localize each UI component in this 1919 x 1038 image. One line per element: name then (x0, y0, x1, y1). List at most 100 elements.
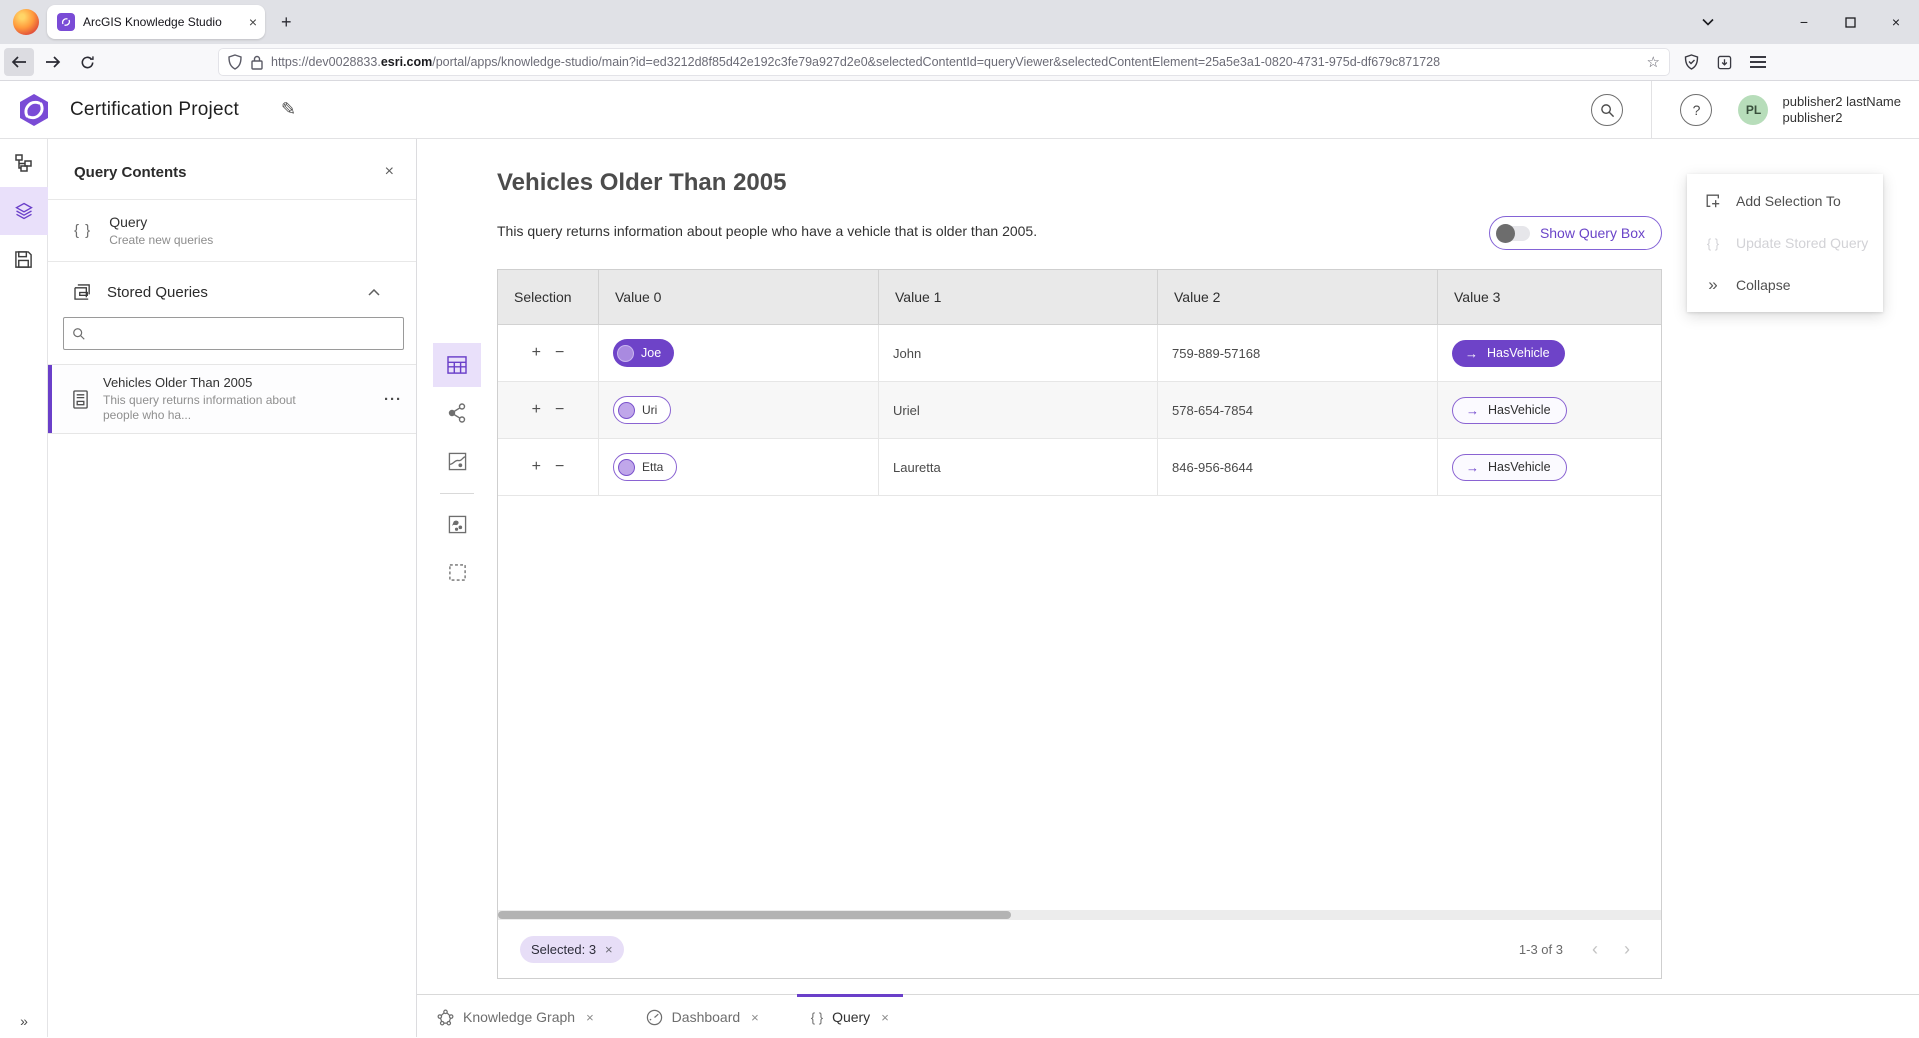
selection-context-menu: Add Selection To { } Update Stored Query… (1687, 174, 1883, 312)
search-icon (72, 327, 86, 341)
window-close-button[interactable]: × (1873, 0, 1919, 44)
tab-close-icon[interactable]: × (751, 1010, 759, 1025)
new-tab-button[interactable]: + (281, 12, 292, 33)
remove-from-selection-icon[interactable]: − (555, 344, 564, 362)
panel-close-icon[interactable]: × (385, 163, 394, 181)
entity-dot-icon (618, 459, 635, 476)
toggle-switch[interactable] (1498, 226, 1530, 241)
cell-value: Lauretta (879, 439, 1158, 495)
link-chart-icon[interactable] (433, 391, 481, 435)
scrollbar-thumb[interactable] (498, 911, 1011, 919)
expand-rail-icon[interactable]: » (0, 1013, 48, 1029)
stored-query-description: This query returns information about peo… (103, 393, 321, 423)
search-button[interactable] (1591, 94, 1623, 126)
selected-count-chip[interactable]: Selected: 3 × (520, 936, 624, 963)
tracking-shield-icon[interactable] (228, 54, 242, 70)
toolbar-divider (440, 493, 474, 494)
column-header: Value 1 (879, 270, 1158, 324)
next-page-icon[interactable]: › (1613, 935, 1641, 963)
browser-url-bar: https://dev0028833.esri.com/portal/apps/… (0, 44, 1919, 81)
stored-queries-title: Stored Queries (107, 284, 368, 301)
tab-close-icon[interactable]: × (586, 1010, 594, 1025)
pocket-shield-icon[interactable] (1684, 54, 1699, 70)
cell-value: Uriel (879, 382, 1158, 438)
remove-from-selection-icon[interactable]: − (555, 458, 564, 476)
lock-icon[interactable] (251, 55, 263, 70)
stored-queries-search[interactable] (63, 317, 404, 350)
tab-title: ArcGIS Knowledge Studio (83, 15, 243, 29)
horizontal-scrollbar[interactable] (498, 910, 1661, 920)
entity-pill[interactable]: Uri (613, 396, 671, 424)
help-button[interactable]: ? (1680, 94, 1712, 126)
more-options-icon[interactable]: ··· (384, 391, 402, 408)
clear-selection-icon[interactable]: × (605, 942, 613, 957)
edit-title-icon[interactable]: ✎ (281, 99, 296, 120)
query-create-item[interactable]: { } Query Create new queries (48, 200, 416, 262)
back-icon[interactable] (4, 48, 34, 76)
add-to-selection-icon[interactable]: + (532, 401, 541, 419)
save-library-icon[interactable] (1717, 55, 1732, 70)
question-icon: ? (1693, 102, 1701, 118)
menu-hamburger-icon[interactable] (1750, 56, 1766, 68)
sitemap-icon[interactable] (0, 139, 48, 187)
bookmark-star-icon[interactable]: ☆ (1647, 53, 1660, 71)
url-input[interactable]: https://dev0028833.esri.com/portal/apps/… (218, 48, 1670, 76)
header-divider (1651, 81, 1652, 139)
firefox-icon[interactable] (13, 9, 39, 35)
tab-query[interactable]: { } Query × (797, 994, 903, 1037)
query-item-subtitle: Create new queries (109, 233, 213, 247)
app-header: Certification Project ✎ ? PL publisher2 … (0, 81, 1919, 139)
map-overlay-icon[interactable] (433, 502, 481, 546)
entity-pill[interactable]: Joe (613, 339, 674, 367)
bottom-tab-bar: Knowledge Graph × Dashboard × { } Query … (417, 994, 1919, 1037)
search-input[interactable] (94, 326, 395, 341)
show-query-box-label: Show Query Box (1540, 225, 1645, 241)
table-header-row: Selection Value 0 Value 1 Value 2 Value … (498, 270, 1661, 325)
arcgis-favicon-icon (57, 13, 75, 31)
save-icon[interactable] (0, 235, 48, 283)
query-results-table: Selection Value 0 Value 1 Value 2 Value … (497, 269, 1662, 979)
column-header: Value 2 (1158, 270, 1438, 324)
table-empty-area (498, 496, 1661, 910)
browser-tab[interactable]: ArcGIS Knowledge Studio × (47, 5, 265, 39)
show-query-box-toggle[interactable]: Show Query Box (1489, 216, 1662, 250)
relationship-pill[interactable]: →HasVehicle (1452, 454, 1567, 481)
stored-query-item[interactable]: Vehicles Older Than 2005 This query retu… (48, 364, 416, 434)
chevron-up-icon[interactable] (368, 289, 380, 296)
tab-dashboard[interactable]: Dashboard × (632, 994, 773, 1037)
tab-close-icon[interactable]: × (881, 1010, 889, 1025)
avatar[interactable]: PL (1738, 95, 1768, 125)
map-view-icon[interactable] (433, 439, 481, 483)
list-tabs-icon[interactable] (1685, 0, 1731, 44)
relationship-pill[interactable]: →HasVehicle (1452, 397, 1567, 424)
table-row: + − Etta Lauretta 846-956-8644 →HasVehic… (498, 439, 1661, 496)
stored-queries-header[interactable]: Stored Queries (48, 262, 416, 313)
tab-close-icon[interactable]: × (249, 14, 257, 30)
table-view-icon[interactable] (433, 343, 481, 387)
reload-icon[interactable] (72, 48, 102, 76)
arrow-right-icon: → (1466, 403, 1479, 418)
add-to-selection-icon[interactable]: + (532, 344, 541, 362)
relationship-pill[interactable]: →HasVehicle (1452, 340, 1565, 367)
entity-dot-icon (618, 402, 635, 419)
arrow-right-icon: → (1465, 346, 1478, 361)
table-footer: Selected: 3 × 1-3 of 3 ‹ › (498, 920, 1661, 978)
table-row: + − Joe John 759-889-57168 →HasVehicle (498, 325, 1661, 382)
layers-icon[interactable] (0, 187, 48, 235)
previous-page-icon[interactable]: ‹ (1581, 935, 1609, 963)
menu-item-update-stored-query[interactable]: { } Update Stored Query (1687, 222, 1883, 264)
entity-pill[interactable]: Etta (613, 453, 677, 481)
menu-item-add-selection-to[interactable]: Add Selection To (1687, 180, 1883, 222)
stored-query-doc-icon (72, 390, 89, 409)
window-minimize-button[interactable]: − (1781, 0, 1827, 44)
left-nav-rail: » (0, 139, 48, 1037)
select-region-icon[interactable] (433, 550, 481, 594)
add-to-selection-icon[interactable]: + (532, 458, 541, 476)
window-maximize-button[interactable] (1827, 0, 1873, 44)
user-info[interactable]: publisher2 lastName publisher2 (1782, 94, 1901, 126)
menu-item-collapse[interactable]: » Collapse (1687, 264, 1883, 306)
forward-icon[interactable] (38, 48, 68, 76)
remove-from-selection-icon[interactable]: − (555, 401, 564, 419)
knowledge-graph-icon (437, 1009, 454, 1026)
tab-knowledge-graph[interactable]: Knowledge Graph × (423, 994, 608, 1037)
